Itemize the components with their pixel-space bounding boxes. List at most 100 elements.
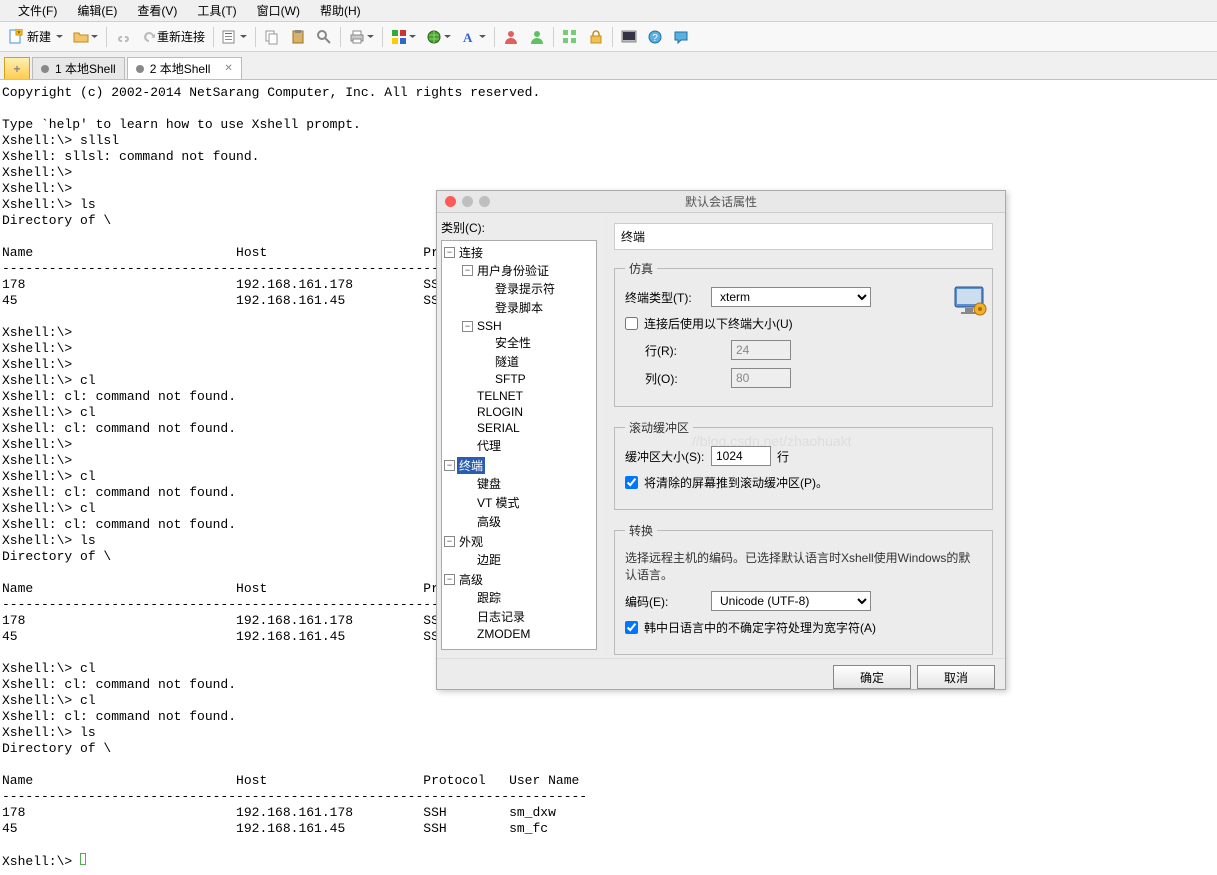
- tab-bar: + 1 本地Shell 2 本地Shell ✕: [0, 52, 1217, 80]
- menu-tools[interactable]: 工具(T): [187, 0, 246, 21]
- toolbar-open[interactable]: [69, 25, 102, 49]
- user-green-icon: [529, 29, 545, 45]
- dialog-titlebar[interactable]: 默认会话属性: [437, 191, 1005, 213]
- tree-connection[interactable]: −连接: [444, 244, 594, 261]
- use-size-checkbox[interactable]: [625, 317, 638, 330]
- tree-margin[interactable]: 边距: [462, 550, 594, 569]
- toolbar-term[interactable]: [617, 25, 641, 49]
- zoom-dot-icon[interactable]: [479, 196, 490, 207]
- refresh-icon: [141, 29, 157, 45]
- category-label: 类别(C):: [441, 219, 597, 236]
- toolbar-s1[interactable]: [499, 25, 523, 49]
- menu-file[interactable]: 文件(F): [8, 0, 67, 21]
- tree-log[interactable]: 日志记录: [462, 607, 594, 626]
- properties-icon: [222, 29, 238, 45]
- toolbar-globe[interactable]: [422, 25, 455, 49]
- page-title: 终端: [614, 223, 993, 250]
- tab-2[interactable]: 2 本地Shell ✕: [127, 57, 242, 79]
- toolbar-link[interactable]: [111, 25, 135, 49]
- toolbar-reconnect-label: 重新连接: [157, 28, 205, 45]
- tree-terminal[interactable]: −终端: [444, 457, 594, 474]
- tree-advanced[interactable]: 高级: [462, 512, 594, 531]
- tree-proxy[interactable]: 代理: [462, 436, 594, 455]
- toolbar-lock[interactable]: [584, 25, 608, 49]
- toolbar-new[interactable]: ★ 新建: [4, 25, 67, 49]
- new-file-icon: ★: [8, 29, 24, 45]
- link-icon: [115, 29, 131, 45]
- new-tab-button[interactable]: +: [4, 57, 30, 79]
- menu-window[interactable]: 窗口(W): [247, 0, 310, 21]
- menu-help[interactable]: 帮助(H): [310, 0, 371, 21]
- toolbar-print[interactable]: [345, 25, 378, 49]
- buffer-size-input[interactable]: [711, 446, 771, 466]
- toolbar-chat[interactable]: [669, 25, 693, 49]
- push-scroll-label: 将清除的屏幕推到滚动缓冲区(P)。: [644, 474, 828, 491]
- printer-icon: [349, 29, 365, 45]
- dropdown-arrow-icon: [56, 33, 63, 40]
- tree-ssh[interactable]: −SSH: [462, 319, 594, 333]
- rows-input: [731, 340, 791, 360]
- cursor-icon: [80, 853, 86, 865]
- palette-icon: [391, 29, 407, 45]
- encoding-select[interactable]: Unicode (UTF-8): [711, 591, 871, 611]
- toolbar-copy[interactable]: [260, 25, 284, 49]
- toolbar-reconnect[interactable]: 重新连接: [137, 25, 209, 49]
- cols-label: 列(O):: [645, 370, 725, 387]
- folder-open-icon: [73, 29, 89, 45]
- toolbar-font[interactable]: A: [457, 25, 490, 49]
- menu-edit[interactable]: 编辑(E): [67, 0, 127, 21]
- buffer-size-label: 缓冲区大小(S):: [625, 448, 705, 465]
- tree-security[interactable]: 安全性: [480, 333, 594, 352]
- toolbar-help[interactable]: ?: [643, 25, 667, 49]
- session-status-icon: [136, 65, 144, 73]
- tree-login-script[interactable]: 登录脚本: [480, 298, 594, 317]
- toolbar-color1[interactable]: [387, 25, 420, 49]
- term-type-select[interactable]: xterm: [711, 287, 871, 307]
- cancel-button[interactable]: 取消: [917, 665, 995, 689]
- tree-tunnel[interactable]: 隧道: [480, 352, 594, 371]
- emulation-group: 仿真 终端类型(T): xterm 连接后使用以下终端大小(U) 行(R): 列…: [614, 260, 993, 407]
- category-tree[interactable]: −连接 −用户身份验证 登录提示符 登录脚本 −SSH 安全性: [441, 240, 597, 650]
- toolbar-props[interactable]: [218, 25, 251, 49]
- svg-text:?: ?: [652, 33, 658, 44]
- cjk-wide-checkbox[interactable]: [625, 621, 638, 634]
- toolbar-find[interactable]: [312, 25, 336, 49]
- scrollback-group: 滚动缓冲区 缓冲区大小(S): 行 将清除的屏幕推到滚动缓冲区(P)。: [614, 419, 993, 510]
- tree-vtmode[interactable]: VT 模式: [462, 493, 594, 512]
- tab-1[interactable]: 1 本地Shell: [32, 57, 125, 79]
- tree-zmodem[interactable]: ZMODEM: [462, 626, 594, 642]
- toolbar-s2[interactable]: [525, 25, 549, 49]
- scrollback-legend: 滚动缓冲区: [625, 419, 693, 436]
- tree-telnet[interactable]: TELNET: [462, 388, 594, 404]
- term-type-label: 终端类型(T):: [625, 289, 705, 306]
- menu-view[interactable]: 查看(V): [127, 0, 187, 21]
- tree-login-prompt[interactable]: 登录提示符: [480, 279, 594, 298]
- globe-icon: [426, 29, 442, 45]
- tree-keyboard[interactable]: 键盘: [462, 474, 594, 493]
- session-status-icon: [41, 65, 49, 73]
- ok-button[interactable]: 确定: [833, 665, 911, 689]
- font-icon: A: [461, 29, 477, 45]
- close-dot-icon[interactable]: [445, 196, 456, 207]
- tree-rlogin[interactable]: RLOGIN: [462, 404, 594, 420]
- user-red-icon: [503, 29, 519, 45]
- use-size-label: 连接后使用以下终端大小(U): [644, 315, 793, 332]
- svg-text:★: ★: [16, 29, 21, 36]
- conversion-legend: 转换: [625, 522, 657, 539]
- tab-close-button[interactable]: ✕: [224, 63, 232, 74]
- toolbar-grid[interactable]: [558, 25, 582, 49]
- push-scroll-checkbox[interactable]: [625, 476, 638, 489]
- tree-appearance[interactable]: −外观: [444, 533, 594, 550]
- tree-trace[interactable]: 跟踪: [462, 588, 594, 607]
- grid-icon: [562, 29, 578, 45]
- encoding-label: 编码(E):: [625, 593, 705, 610]
- minimize-dot-icon[interactable]: [462, 196, 473, 207]
- tab-label: 2 本地Shell: [150, 60, 211, 77]
- tree-serial[interactable]: SERIAL: [462, 420, 594, 436]
- tree-sftp[interactable]: SFTP: [480, 371, 594, 387]
- tree-adv-group[interactable]: −高级: [444, 571, 594, 588]
- tree-auth[interactable]: −用户身份验证: [462, 262, 594, 279]
- cols-input: [731, 368, 791, 388]
- dialog-title: 默认会话属性: [685, 193, 757, 210]
- toolbar-paste[interactable]: [286, 25, 310, 49]
